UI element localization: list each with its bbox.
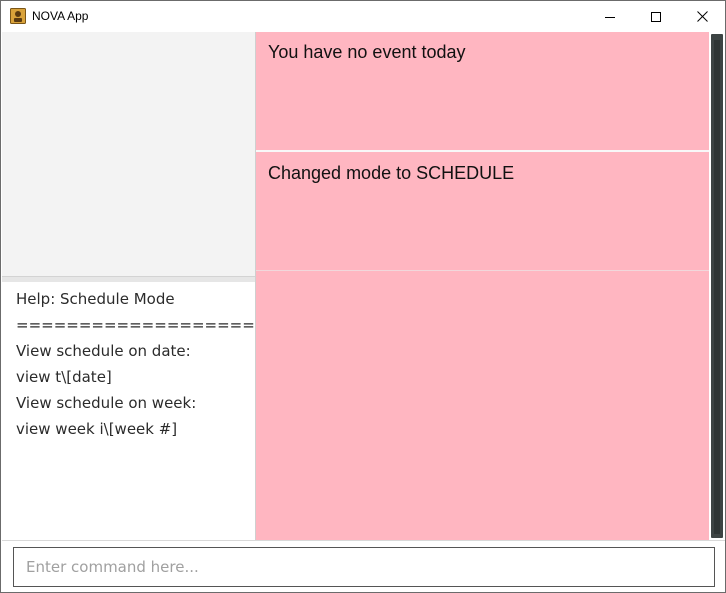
help-panel: Help: Schedule Mode =================== … <box>2 282 255 540</box>
command-bar <box>2 540 725 592</box>
window-title: NOVA App <box>32 9 89 23</box>
scrollbar-track[interactable] <box>711 34 723 538</box>
events-message: You have no event today <box>268 42 466 62</box>
help-line: view t\[date] <box>16 368 112 386</box>
help-line: View schedule on date: <box>16 342 191 360</box>
maximize-icon <box>651 11 661 22</box>
result-area: You have no event today Changed mode to … <box>256 32 709 540</box>
minimize-icon <box>605 16 615 18</box>
close-icon <box>696 11 708 22</box>
mode-result-pane: Changed mode to SCHEDULE <box>256 152 709 270</box>
help-title: Help: Schedule Mode <box>16 290 175 308</box>
mode-message: Changed mode to SCHEDULE <box>268 163 515 183</box>
events-result-pane: You have no event today <box>256 32 709 150</box>
nova-app-icon <box>10 8 26 24</box>
title-bar[interactable]: NOVA App <box>1 1 725 32</box>
help-separator: =================== <box>16 316 255 334</box>
vertical-scrollbar[interactable] <box>709 32 725 540</box>
close-button[interactable] <box>679 1 725 32</box>
result-divider <box>256 270 709 271</box>
minimize-button[interactable] <box>587 1 633 32</box>
help-line: view week i\[week #] <box>16 420 178 438</box>
command-input[interactable] <box>13 547 715 587</box>
scrollbar-thumb[interactable] <box>714 40 720 534</box>
app-window: NOVA App Help: Schedule Mode ===========… <box>0 0 726 593</box>
help-line: View schedule on week: <box>16 394 197 412</box>
maximize-button[interactable] <box>633 1 679 32</box>
left-list-panel <box>2 32 255 276</box>
